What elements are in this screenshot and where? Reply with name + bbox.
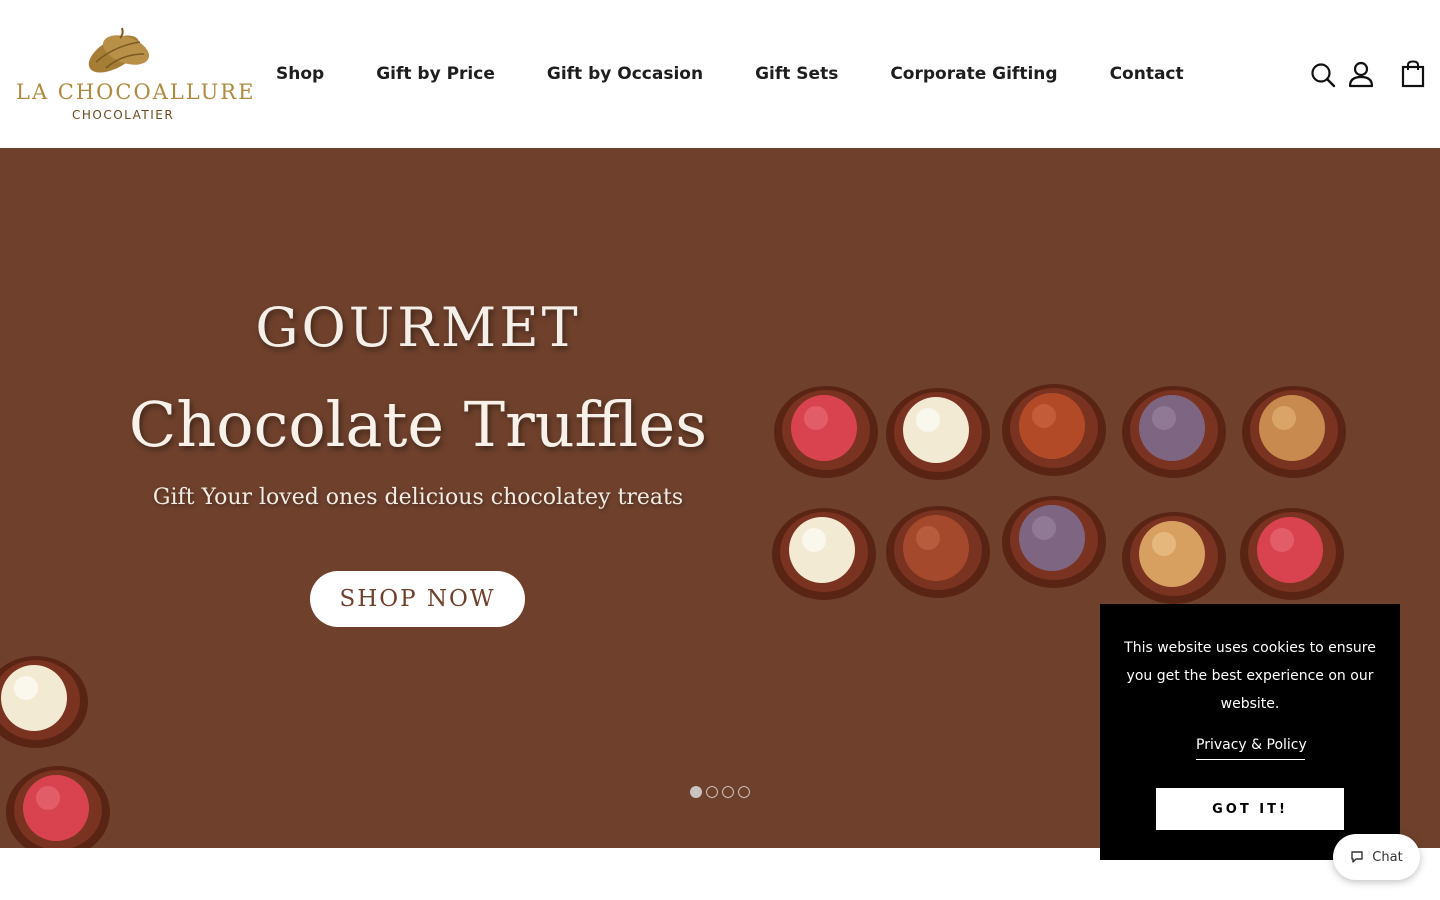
chat-button[interactable]: Chat bbox=[1333, 834, 1420, 880]
logo-brand-text: LA CHOCOALLURE bbox=[16, 80, 256, 104]
slider-dot[interactable] bbox=[690, 786, 702, 798]
hero-subtitle: Gift Your loved ones delicious chocolate… bbox=[152, 485, 684, 510]
privacy-policy-link[interactable]: Privacy & Policy bbox=[1196, 737, 1307, 760]
truffle-image bbox=[1240, 508, 1344, 600]
nav-item-shop[interactable]: Shop bbox=[276, 64, 324, 84]
truffle-image bbox=[772, 508, 876, 600]
account-icon[interactable] bbox=[1348, 60, 1374, 88]
truffle-image bbox=[1002, 496, 1106, 588]
slider-dot[interactable] bbox=[738, 786, 750, 798]
chat-bubble-icon bbox=[1351, 851, 1363, 863]
hero-title-gourmet: GOURMET bbox=[255, 296, 581, 359]
truffle-image bbox=[886, 506, 990, 598]
main-nav: Shop Gift by Price Gift by Occasion Gift… bbox=[276, 60, 1184, 88]
got-it-button[interactable]: GOT IT! bbox=[1156, 788, 1344, 830]
chat-label: Chat bbox=[1372, 849, 1403, 865]
cocoa-pod-icon bbox=[88, 27, 149, 73]
truffle-image bbox=[1122, 512, 1226, 604]
nav-item-gift-by-occasion[interactable]: Gift by Occasion bbox=[547, 64, 703, 84]
cookie-banner: This website uses cookies to ensure you … bbox=[1100, 604, 1400, 860]
slider-dot[interactable] bbox=[706, 786, 718, 798]
cookie-message: This website uses cookies to ensure you … bbox=[1124, 640, 1376, 712]
truffle-image bbox=[1242, 386, 1346, 478]
logo-sub-text: CHOCOLATIER bbox=[72, 108, 175, 122]
search-icon[interactable] bbox=[1310, 60, 1336, 88]
site-header: LA CHOCOALLURE CHOCOLATIER Shop Gift by … bbox=[0, 0, 1440, 148]
slider-dots bbox=[690, 786, 750, 798]
truffle-image bbox=[774, 386, 878, 478]
truffle-image bbox=[886, 388, 990, 480]
cart-icon[interactable] bbox=[1400, 60, 1426, 88]
truffle-image bbox=[0, 656, 88, 748]
nav-item-corporate-gifting[interactable]: Corporate Gifting bbox=[890, 64, 1057, 84]
nav-item-gift-by-price[interactable]: Gift by Price bbox=[376, 64, 495, 84]
slider-dot[interactable] bbox=[722, 786, 734, 798]
nav-item-contact[interactable]: Contact bbox=[1110, 64, 1184, 84]
brand-logo[interactable]: LA CHOCOALLURE CHOCOLATIER bbox=[14, 24, 253, 124]
shop-now-button[interactable]: SHOP NOW bbox=[310, 571, 525, 627]
hero-title-truffles: Chocolate Truffles bbox=[128, 388, 708, 461]
truffle-image bbox=[1002, 384, 1106, 476]
nav-item-gift-sets[interactable]: Gift Sets bbox=[755, 64, 838, 84]
truffle-image bbox=[6, 766, 110, 848]
truffle-image bbox=[1122, 386, 1226, 478]
